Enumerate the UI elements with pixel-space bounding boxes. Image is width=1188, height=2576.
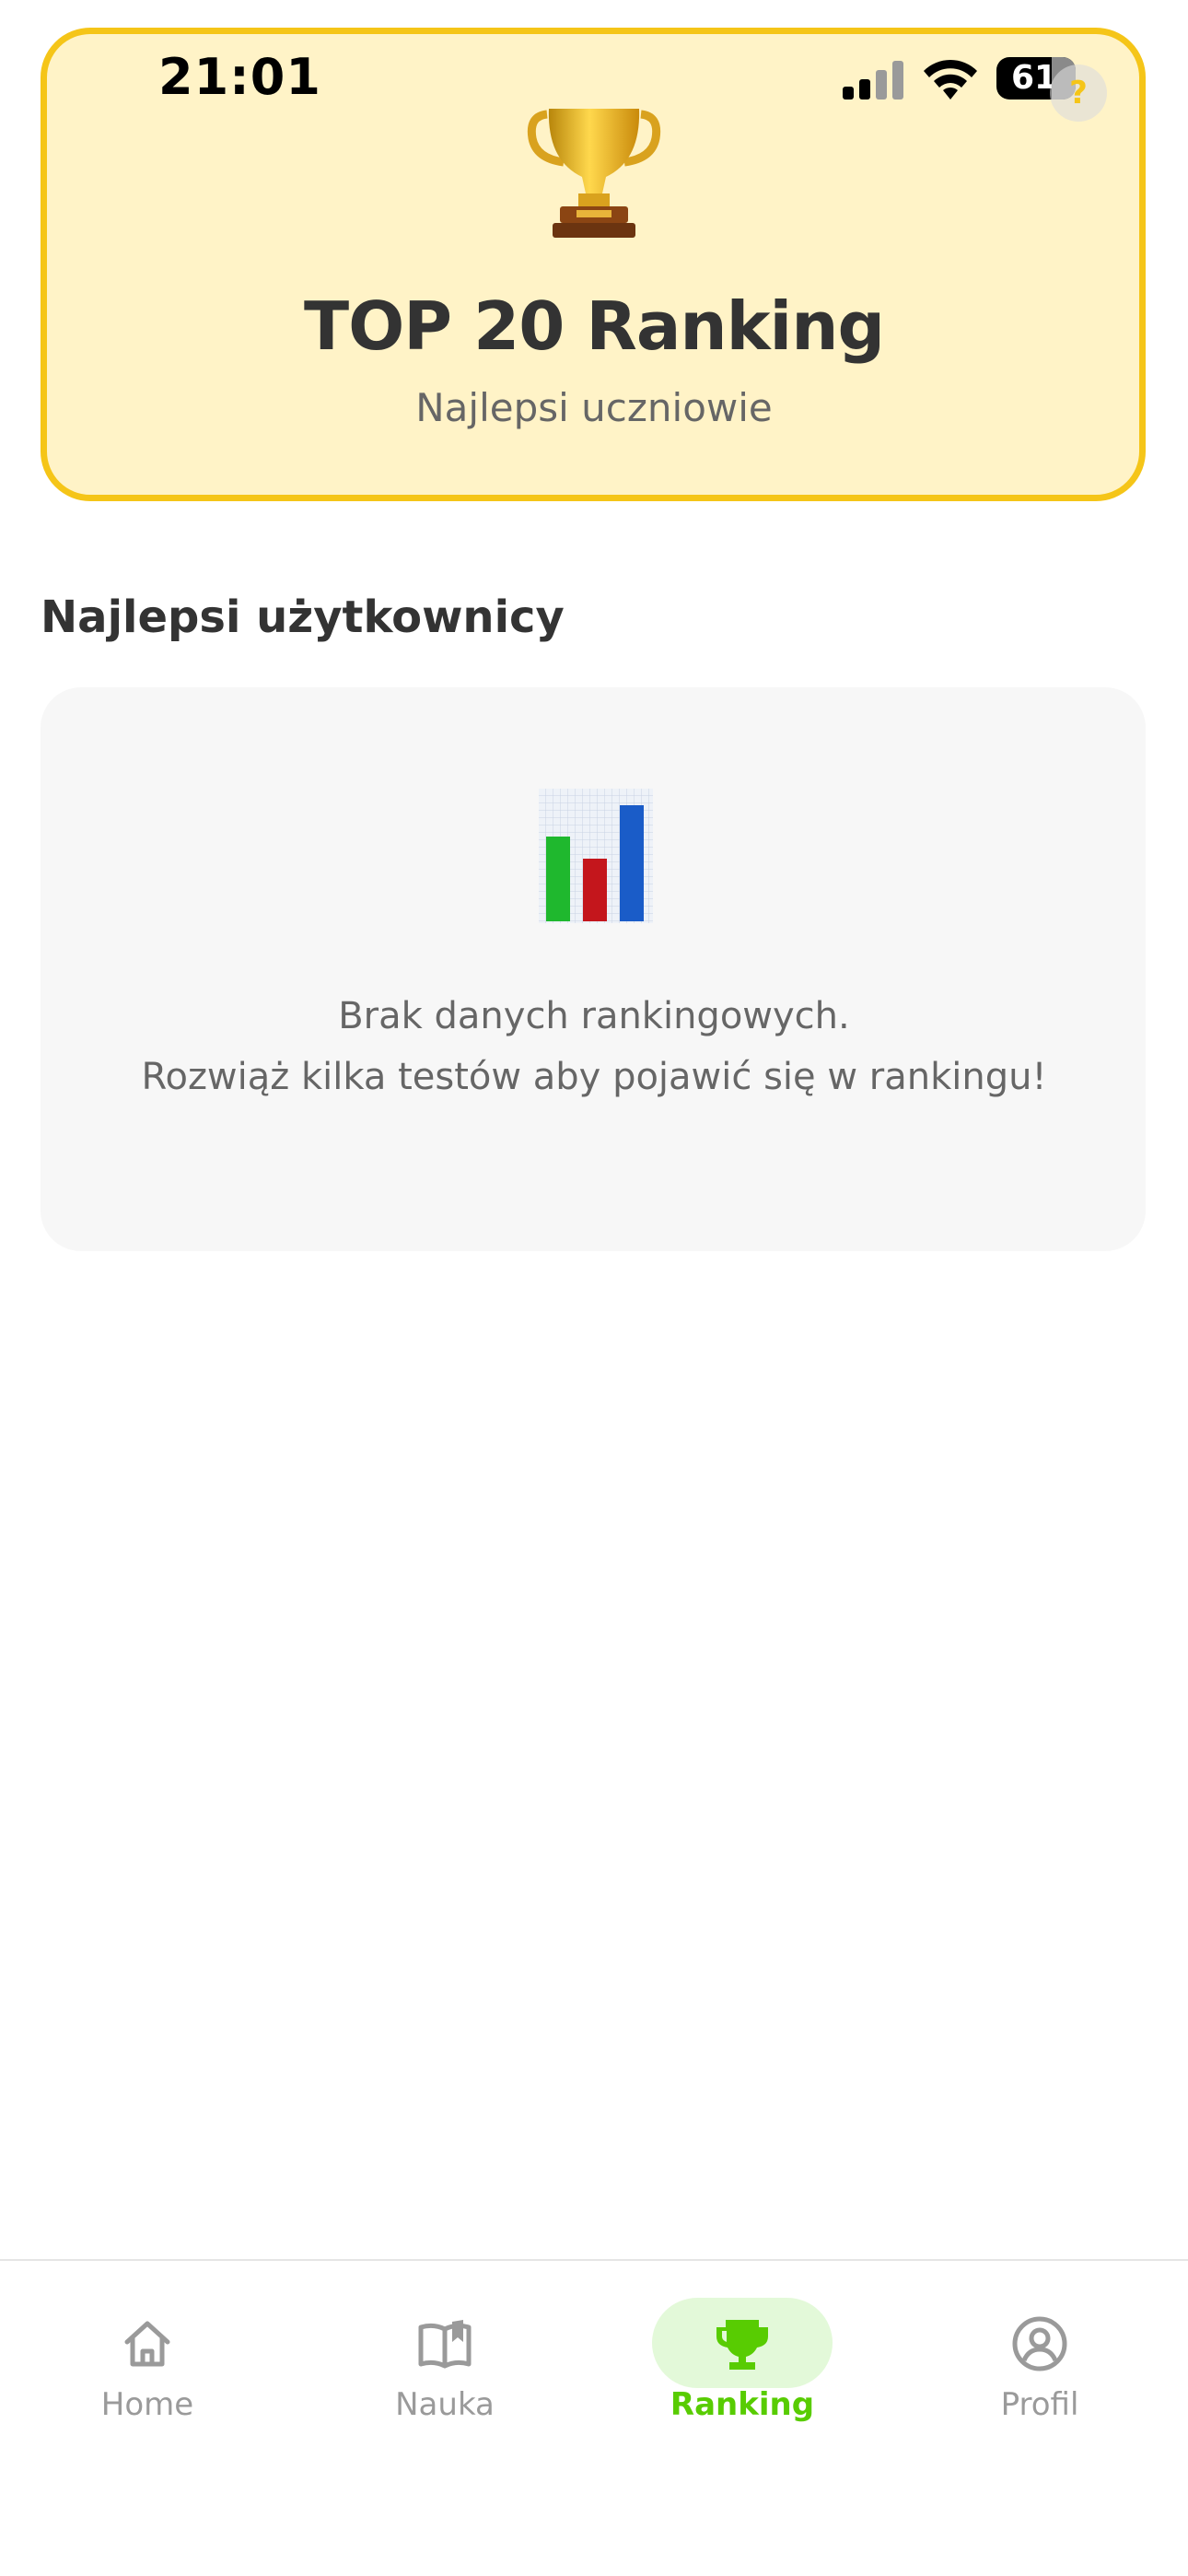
ranking-screen: 21:01 61 ? TOP 20 Ranking Najlepsi uczni… — [0, 0, 1188, 2576]
bottom-navigation: Home Nauka Ranking Profil — [0, 2259, 1188, 2576]
cellular-signal-icon — [843, 61, 903, 100]
nav-item-nauka[interactable]: Nauka — [334, 2298, 555, 2445]
page-title: TOP 20 Ranking — [303, 287, 885, 365]
nav-label-ranking: Ranking — [670, 2386, 815, 2423]
nav-label-home: Home — [100, 2386, 194, 2423]
trophy-nav-icon — [716, 2320, 768, 2370]
help-button[interactable]: ? — [1050, 64, 1107, 122]
nav-label-profil: Profil — [1000, 2386, 1079, 2423]
section-title: Najlepsi użytkownicy — [41, 591, 565, 643]
book-icon — [418, 2320, 472, 2369]
user-circle-icon — [1012, 2316, 1067, 2371]
nav-item-profil[interactable]: Profil — [929, 2298, 1150, 2445]
empty-state-message: Brak danych rankingowych. Rozwiąż kilka … — [111, 986, 1077, 1107]
empty-state-card — [41, 687, 1146, 1251]
nav-item-home[interactable]: Home — [37, 2298, 258, 2445]
home-icon — [124, 2321, 170, 2367]
page-subtitle: Najlepsi uczniowie — [415, 385, 773, 430]
empty-state-line-2: Rozwiąż kilka testów aby pojawić się w r… — [141, 1056, 1047, 1098]
nav-label-nauka: Nauka — [395, 2386, 495, 2423]
trophy-icon — [527, 109, 661, 238]
status-time: 21:01 — [158, 48, 321, 106]
wifi-icon — [924, 59, 977, 100]
empty-state-line-1: Brak danych rankingowych. — [338, 995, 850, 1037]
nav-item-ranking[interactable]: Ranking — [632, 2298, 853, 2445]
bar-chart-icon — [539, 789, 653, 923]
